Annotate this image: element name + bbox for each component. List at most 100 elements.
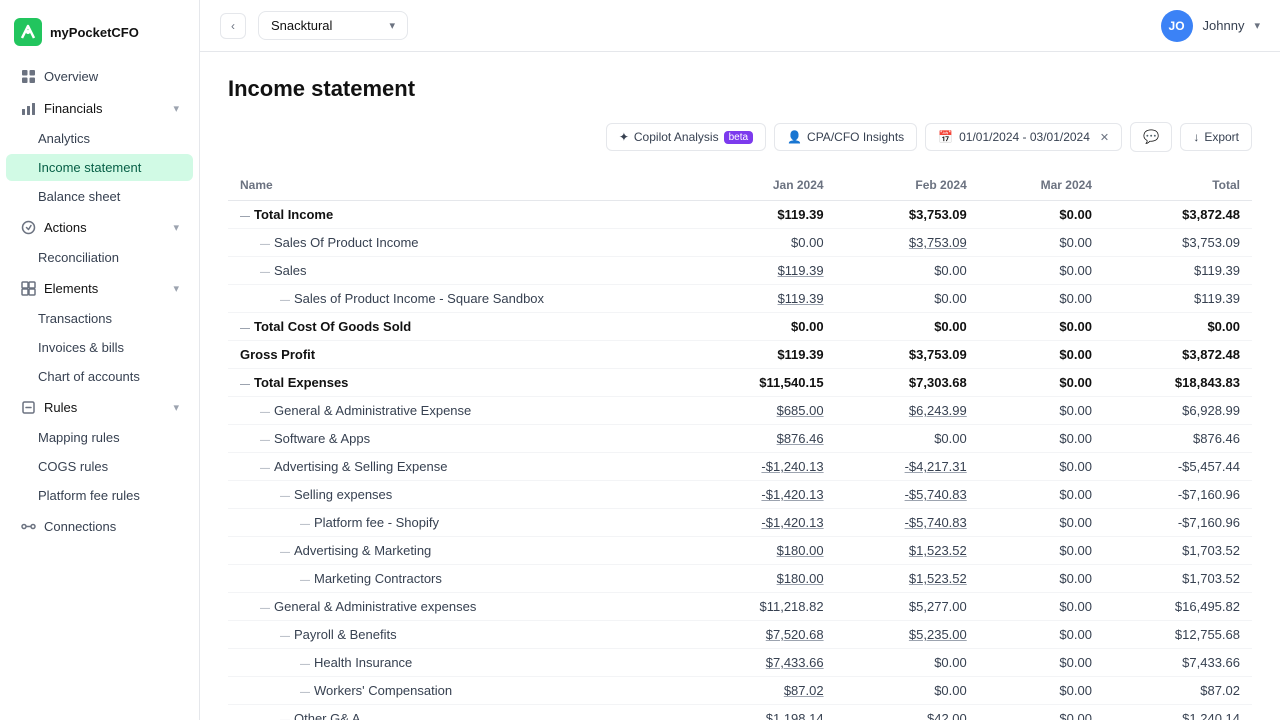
sidebar-item-income-statement[interactable]: Income statement — [6, 154, 193, 181]
value-link[interactable]: -$1,240.13 — [761, 459, 823, 474]
row-value-cell[interactable]: $1,523.52 — [836, 537, 979, 565]
row-value-cell[interactable]: -$4,217.31 — [836, 453, 979, 481]
value-link[interactable]: $87.02 — [784, 683, 824, 698]
value-link[interactable]: $7,520.68 — [766, 627, 824, 642]
row-value-cell[interactable]: $42.00 — [836, 705, 979, 720]
row-value-cell[interactable]: -$1,420.13 — [689, 481, 836, 509]
row-value-cell[interactable]: $180.00 — [689, 537, 836, 565]
value-link[interactable]: $1,523.52 — [909, 543, 967, 558]
collapse-icon[interactable]: — — [260, 435, 270, 446]
row-value-cell[interactable]: $87.02 — [689, 677, 836, 705]
collapse-icon[interactable]: — — [240, 379, 250, 390]
value-link[interactable]: -$4,217.31 — [905, 459, 967, 474]
collapse-icon[interactable]: — — [300, 519, 310, 530]
row-value-cell[interactable]: $119.39 — [689, 285, 836, 313]
value-link[interactable]: -$1,420.13 — [761, 487, 823, 502]
cpa-insights-button[interactable]: 👤 CPA/CFO Insights — [774, 123, 917, 151]
row-value-cell[interactable]: -$1,240.13 — [689, 453, 836, 481]
row-value-cell[interactable]: $1,198.14 — [689, 705, 836, 720]
value-link[interactable]: $6,243.99 — [909, 403, 967, 418]
chart-icon — [20, 100, 36, 116]
back-button[interactable]: ‹ — [220, 13, 246, 39]
row-mar-cell: $0.00 — [979, 285, 1104, 313]
sidebar-item-mapping-rules[interactable]: Mapping rules — [6, 424, 193, 451]
date-range-selector[interactable]: 📅 01/01/2024 - 03/01/2024 ✕ — [925, 123, 1122, 151]
sidebar-item-balance-sheet[interactable]: Balance sheet — [6, 183, 193, 210]
collapse-icon[interactable]: — — [260, 463, 270, 474]
value-link[interactable]: $119.39 — [778, 263, 824, 278]
row-value-cell[interactable]: $685.00 — [689, 397, 836, 425]
row-value-cell[interactable]: $6,243.99 — [836, 397, 979, 425]
sidebar-item-analytics[interactable]: Analytics — [6, 125, 193, 152]
collapse-icon[interactable]: — — [280, 491, 290, 502]
row-name-cell: —Total Cost Of Goods Sold — [228, 313, 689, 341]
connections-icon — [20, 518, 36, 534]
row-value-cell[interactable]: $7,520.68 — [689, 621, 836, 649]
value-link[interactable]: $42.00 — [927, 711, 967, 720]
collapse-icon[interactable]: — — [280, 715, 290, 720]
sidebar-item-chart-of-accounts[interactable]: Chart of accounts — [6, 363, 193, 390]
collapse-icon[interactable]: — — [300, 575, 310, 586]
sidebar-item-overview[interactable]: Overview — [6, 61, 193, 91]
row-value-cell[interactable]: $180.00 — [689, 565, 836, 593]
value-link[interactable]: -$5,740.83 — [905, 487, 967, 502]
collapse-icon[interactable]: — — [280, 631, 290, 642]
row-value-cell[interactable]: $7,433.66 — [689, 649, 836, 677]
row-value-cell[interactable]: -$1,420.13 — [689, 509, 836, 537]
value-link[interactable]: -$5,740.83 — [905, 515, 967, 530]
value-link[interactable]: $1,198.14 — [766, 711, 824, 720]
collapse-icon[interactable]: — — [240, 323, 250, 334]
sidebar-item-platform-fee-rules[interactable]: Platform fee rules — [6, 482, 193, 509]
collapse-icon[interactable]: — — [280, 295, 290, 306]
collapse-icon[interactable]: — — [280, 547, 290, 558]
row-value-cell[interactable]: $876.46 — [689, 425, 836, 453]
value-link[interactable]: $1,523.52 — [909, 571, 967, 586]
row-value-cell[interactable]: -$5,740.83 — [836, 509, 979, 537]
sidebar-item-label: Mapping rules — [38, 430, 120, 445]
collapse-icon[interactable]: — — [300, 687, 310, 698]
collapse-icon[interactable]: — — [260, 239, 270, 250]
row-value-cell[interactable]: $3,753.09 — [836, 229, 979, 257]
row-total-cell: $16,495.82 — [1104, 593, 1252, 621]
sidebar-item-transactions[interactable]: Transactions — [6, 305, 193, 332]
sidebar-item-reconciliation[interactable]: Reconciliation — [6, 244, 193, 271]
value-link[interactable]: $5,235.00 — [909, 627, 967, 642]
sidebar-section-financials[interactable]: Financials ▾ — [6, 93, 193, 123]
main-panel: ‹ Snacktural ▾ JO Johnny ▾ Income statem… — [200, 0, 1280, 720]
row-name: Sales — [274, 263, 307, 278]
calendar-icon: 📅 — [938, 130, 953, 144]
value-link[interactable]: $119.39 — [778, 291, 824, 306]
row-value-cell[interactable]: -$5,740.83 — [836, 481, 979, 509]
row-value-cell[interactable]: $1,523.52 — [836, 565, 979, 593]
sidebar-item-invoices-bills[interactable]: Invoices & bills — [6, 334, 193, 361]
export-button[interactable]: ↓ Export — [1180, 123, 1252, 151]
cpa-label: CPA/CFO Insights — [807, 130, 904, 144]
sidebar-section-elements[interactable]: Elements ▾ — [6, 273, 193, 303]
row-total-cell: $3,872.48 — [1104, 341, 1252, 369]
value-link[interactable]: $3,753.09 — [909, 235, 967, 250]
row-value-cell[interactable]: $119.39 — [689, 257, 836, 285]
row-total-cell: $1,703.52 — [1104, 537, 1252, 565]
collapse-icon[interactable]: — — [260, 603, 270, 614]
value-link[interactable]: $7,433.66 — [766, 655, 824, 670]
collapse-icon[interactable]: — — [300, 659, 310, 670]
row-value-cell[interactable]: $5,235.00 — [836, 621, 979, 649]
value-link[interactable]: $685.00 — [777, 403, 824, 418]
company-selector[interactable]: Snacktural ▾ — [258, 11, 408, 40]
sidebar-item-cogs-rules[interactable]: COGS rules — [6, 453, 193, 480]
value-link[interactable]: $876.46 — [777, 431, 824, 446]
comment-button[interactable]: 💬 — [1130, 122, 1172, 152]
collapse-icon[interactable]: — — [260, 407, 270, 418]
collapse-icon[interactable]: — — [260, 267, 270, 278]
date-close-icon[interactable]: ✕ — [1100, 131, 1109, 144]
value-link[interactable]: $180.00 — [777, 571, 824, 586]
sidebar-item-connections[interactable]: Connections — [6, 511, 193, 541]
sidebar-section-rules[interactable]: Rules ▾ — [6, 392, 193, 422]
row-name-cell: —General & Administrative Expense — [228, 397, 689, 425]
value-link[interactable]: $180.00 — [777, 543, 824, 558]
collapse-icon[interactable]: — — [240, 211, 250, 222]
copilot-analysis-button[interactable]: ✦ Copilot Analysis beta — [606, 123, 766, 151]
value-link[interactable]: -$1,420.13 — [761, 515, 823, 530]
sidebar-section-actions[interactable]: Actions ▾ — [6, 212, 193, 242]
row-value-cell: $0.00 — [836, 425, 979, 453]
